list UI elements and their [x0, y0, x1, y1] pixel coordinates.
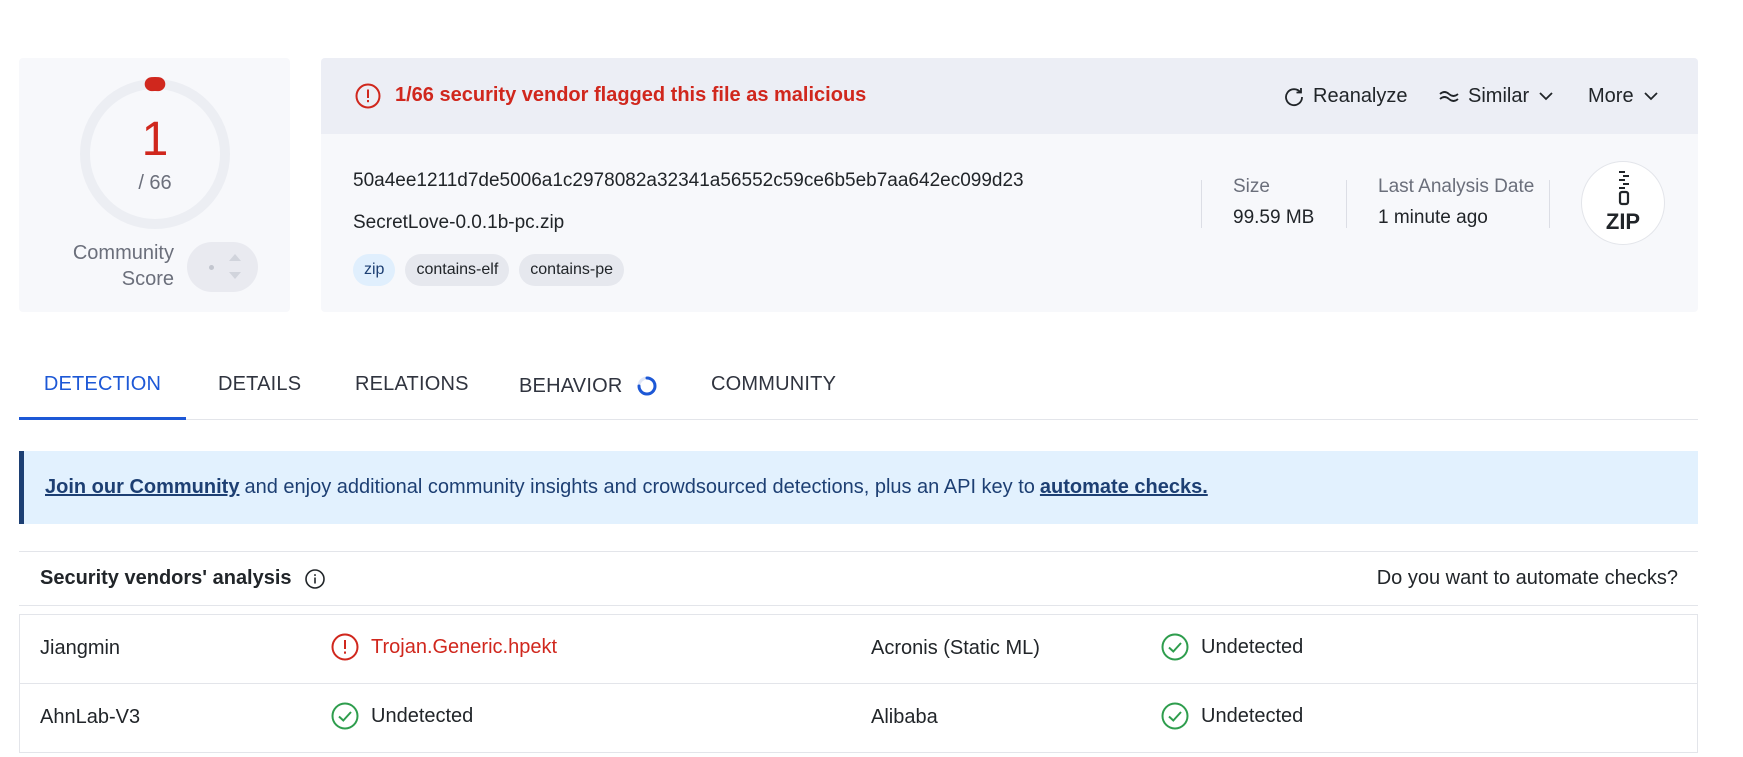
- zipper-icon: [1618, 171, 1630, 206]
- upvote-arrow-icon[interactable]: [229, 254, 241, 261]
- tag-contains-elf[interactable]: contains-elf: [405, 254, 510, 286]
- join-community-link[interactable]: Join our Community: [45, 476, 239, 499]
- file-info-card: 1/66 security vendor flagged this file a…: [321, 58, 1698, 312]
- check-circle-icon: [331, 702, 359, 730]
- similar-wave-icon: [1439, 91, 1459, 102]
- tab-detection[interactable]: DETECTION: [19, 352, 186, 420]
- downvote-arrow-icon[interactable]: [229, 272, 241, 279]
- last-analysis-label: Last Analysis Date: [1378, 176, 1535, 197]
- banner-text: and enjoy additional community insights …: [244, 476, 1035, 498]
- vendor-result: Undetected: [1161, 702, 1303, 730]
- community-score-card: 1 / 66 Community Score: [19, 58, 290, 312]
- detection-alert-text: 1/66 security vendor flagged this file a…: [395, 84, 867, 106]
- vendor-name: Jiangmin: [40, 637, 121, 659]
- divider: [1549, 180, 1550, 228]
- tag-zip[interactable]: zip: [353, 254, 396, 286]
- tab-behavior[interactable]: BEHAVIOR: [519, 352, 658, 420]
- refresh-icon: [1285, 88, 1303, 107]
- tag-contains-pe[interactable]: contains-pe: [519, 254, 624, 286]
- community-banner: Join our Community and enjoy additional …: [19, 451, 1698, 524]
- file-tags: zip contains-elf contains-pe: [353, 254, 624, 286]
- community-vote-control[interactable]: [187, 242, 258, 292]
- vendors-analysis-header: Security vendors' analysis Do you want t…: [19, 551, 1698, 606]
- more-dropdown[interactable]: More: [1588, 82, 1660, 110]
- detection-alert-bar: 1/66 security vendor flagged this file a…: [321, 58, 1698, 134]
- report-tabs: DETECTION DETAILS RELATIONS BEHAVIOR COM…: [19, 352, 1698, 420]
- automate-checks-prompt[interactable]: Do you want to automate checks?: [1377, 567, 1678, 590]
- vendor-name: AhnLab-V3: [40, 706, 141, 728]
- info-icon[interactable]: [304, 568, 326, 590]
- vendor-results-table: Jiangmin Trojan.Generic.hpekt Acronis (S…: [19, 614, 1698, 753]
- vendor-result: Undetected: [331, 702, 473, 730]
- size-value: 99.59 MB: [1233, 207, 1315, 228]
- check-circle-icon: [1161, 633, 1189, 661]
- divider: [1201, 180, 1202, 228]
- file-hash[interactable]: 50a4ee1211d7de5006a1c2978082a32341a56552…: [353, 170, 1024, 192]
- table-row: Jiangmin Trojan.Generic.hpekt Acronis (S…: [20, 615, 1697, 684]
- last-analysis-value: 1 minute ago: [1378, 207, 1488, 228]
- check-circle-icon: [1161, 702, 1189, 730]
- vendor-name: Acronis (Static ML): [871, 637, 1040, 659]
- tab-details[interactable]: DETAILS: [218, 352, 301, 420]
- similar-dropdown[interactable]: Similar: [1438, 82, 1555, 110]
- detection-count: 1: [141, 113, 169, 166]
- vote-score-dot-icon: [209, 265, 214, 270]
- tab-community[interactable]: COMMUNITY: [711, 352, 836, 420]
- tab-relations[interactable]: RELATIONS: [355, 352, 469, 420]
- alert-circle-icon: [355, 83, 381, 109]
- vendors-analysis-title: Security vendors' analysis: [40, 567, 326, 590]
- community-score-label: Community Score: [72, 242, 174, 290]
- tab-behavior-label: BEHAVIOR: [519, 375, 623, 397]
- loading-spinner-icon: [637, 376, 657, 396]
- automate-checks-link[interactable]: automate checks.: [1040, 476, 1208, 499]
- vendor-name: Alibaba: [871, 706, 938, 728]
- vendor-result: Trojan.Generic.hpekt: [331, 633, 557, 661]
- divider: [1346, 180, 1347, 228]
- reanalyze-button[interactable]: Reanalyze: [1283, 82, 1408, 110]
- file-type-badge: ZIP: [1581, 161, 1665, 245]
- alert-circle-icon: [331, 633, 359, 661]
- chevron-down-icon: [1643, 92, 1658, 101]
- vendor-result: Undetected: [1161, 633, 1303, 661]
- file-name: SecretLove-0.0.1b-pc.zip: [353, 212, 565, 233]
- table-row: AhnLab-V3 Undetected Alibaba Undetected: [20, 684, 1697, 753]
- size-label: Size: [1233, 176, 1270, 197]
- chevron-down-icon: [1539, 92, 1553, 101]
- file-type-text: ZIP: [1605, 209, 1641, 234]
- vendor-total: / 66: [138, 172, 172, 194]
